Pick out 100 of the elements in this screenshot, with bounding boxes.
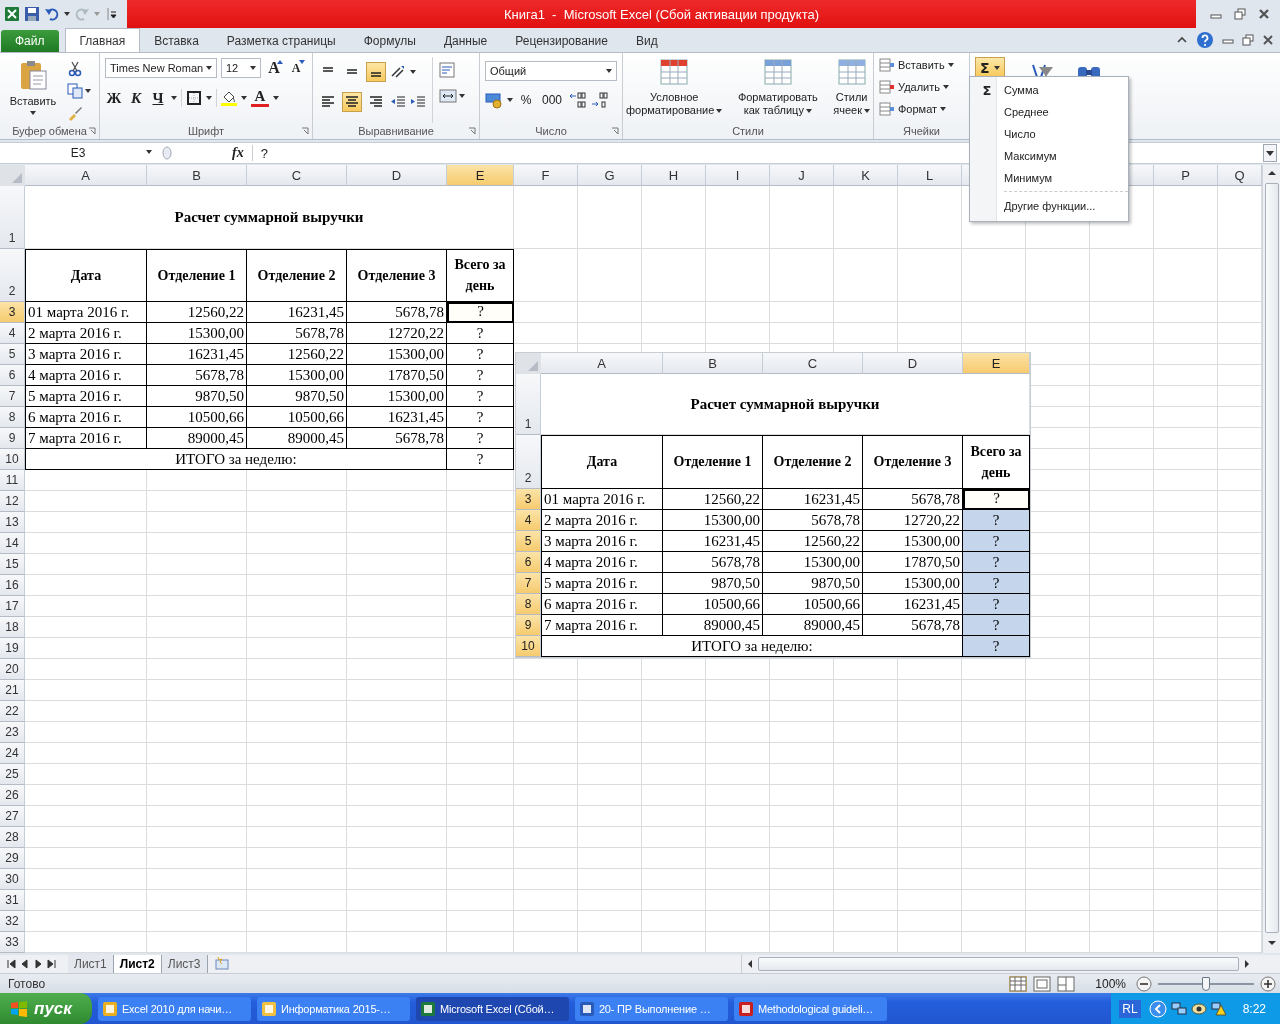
row-header[interactable]: 14 xyxy=(0,533,25,554)
network-icon[interactable] xyxy=(1170,1000,1187,1017)
sheet-tab[interactable]: Лист2 xyxy=(113,955,162,973)
styles-button[interactable]: Форматировать как таблицу xyxy=(736,57,819,123)
row-header[interactable]: 8 xyxy=(0,407,25,428)
menu-item[interactable]: Число xyxy=(970,123,1128,145)
row-header[interactable]: 28 xyxy=(0,827,25,848)
row-header[interactable]: 26 xyxy=(0,785,25,806)
normal-view-icon[interactable] xyxy=(1009,975,1028,992)
paste-button[interactable]: Вставить xyxy=(5,57,61,123)
row-header[interactable]: 22 xyxy=(0,701,25,722)
row-header[interactable]: 1 xyxy=(516,374,541,435)
styles-button[interactable]: Условное форматирование xyxy=(625,57,724,123)
caret-icon[interactable] xyxy=(410,70,416,74)
row-header[interactable]: 21 xyxy=(0,680,25,701)
thousands-separator-button[interactable]: 000 xyxy=(539,90,566,110)
percent-button[interactable]: % xyxy=(517,90,535,110)
ribbon-tab[interactable]: Главная xyxy=(64,28,141,52)
zoom-out-icon[interactable] xyxy=(1136,975,1152,992)
row-header[interactable]: 12 xyxy=(0,491,25,512)
name-box[interactable]: E3 xyxy=(0,143,156,163)
ribbon-tab[interactable]: Вставка xyxy=(140,30,213,52)
increase-indent-icon[interactable] xyxy=(410,94,426,110)
close-icon[interactable] xyxy=(1262,34,1274,46)
row-header[interactable]: 2 xyxy=(0,249,25,302)
column-header[interactable]: I xyxy=(706,165,770,186)
row-header[interactable]: 9 xyxy=(0,428,25,449)
column-header[interactable]: Q xyxy=(1218,165,1262,186)
scissors-icon[interactable] xyxy=(67,61,83,77)
decrease-indent-icon[interactable] xyxy=(390,94,406,110)
menu-item[interactable]: Другие функции... xyxy=(970,195,1128,217)
column-header[interactable]: E xyxy=(963,353,1030,374)
row-header[interactable]: 30 xyxy=(0,869,25,890)
row-header[interactable]: 13 xyxy=(0,512,25,533)
zoom-in-icon[interactable] xyxy=(1260,975,1276,992)
scroll-thumb[interactable] xyxy=(1264,183,1279,933)
grow-font-button[interactable]: A xyxy=(265,58,283,78)
column-header[interactable]: E xyxy=(447,165,514,186)
dialog-launcher-icon[interactable] xyxy=(301,127,309,135)
taskbar-button[interactable]: Methodological guideli… xyxy=(733,996,887,1021)
column-header[interactable]: P xyxy=(1154,165,1218,186)
row-header[interactable]: 10 xyxy=(516,636,541,657)
row-header[interactable]: 32 xyxy=(0,911,25,932)
menu-item[interactable]: Среднее xyxy=(970,101,1128,123)
autosum-button[interactable]: Σ xyxy=(975,57,1005,78)
font-size-field[interactable]: 12 xyxy=(221,58,261,78)
restore-button[interactable] xyxy=(1234,8,1246,20)
italic-button[interactable]: К xyxy=(127,88,145,108)
row-header[interactable]: 15 xyxy=(0,554,25,575)
menu-item[interactable]: Минимум xyxy=(970,167,1128,189)
row-header[interactable]: 5 xyxy=(0,344,25,365)
spreadsheet-logo-icon[interactable] xyxy=(4,6,20,22)
caret-icon[interactable] xyxy=(85,89,91,93)
column-header[interactable]: C xyxy=(763,353,863,374)
column-header[interactable]: L xyxy=(898,165,962,186)
taskbar-button[interactable]: Информатика 2015-… xyxy=(256,996,410,1021)
customize-toolbar-icon[interactable] xyxy=(104,6,120,22)
paint-bucket-icon[interactable] xyxy=(221,90,237,106)
column-header[interactable]: J xyxy=(770,165,834,186)
ribbon-tab[interactable]: Формулы xyxy=(349,30,430,52)
dialog-launcher-icon[interactable] xyxy=(468,127,476,135)
column-header[interactable]: D xyxy=(347,165,447,186)
page-break-icon[interactable] xyxy=(1057,975,1076,992)
font-color-button[interactable]: A xyxy=(251,89,269,107)
dialog-launcher-icon[interactable] xyxy=(611,127,619,135)
ribbon-tab[interactable]: Данные xyxy=(429,30,502,52)
caret-icon[interactable] xyxy=(206,96,212,100)
column-header[interactable]: K xyxy=(834,165,898,186)
row-header[interactable]: 6 xyxy=(516,552,541,573)
resize-handle-icon[interactable] xyxy=(160,144,174,162)
ribbon-tab[interactable]: Рецензирование xyxy=(501,30,622,52)
row-header[interactable]: 3 xyxy=(0,302,25,323)
horizontal-align-icon[interactable] xyxy=(342,92,362,112)
dialog-launcher-icon[interactable] xyxy=(88,127,96,135)
font-name-field[interactable]: Times New Roman xyxy=(105,58,217,78)
row-header[interactable]: 6 xyxy=(0,365,25,386)
column-header[interactable]: H xyxy=(642,165,706,186)
close-button[interactable] xyxy=(1258,8,1270,20)
merge-cells-icon[interactable] xyxy=(439,87,457,105)
row-header[interactable]: 2 xyxy=(516,435,541,489)
restore-icon[interactable] xyxy=(1242,34,1254,46)
column-header[interactable]: B xyxy=(663,353,763,374)
zoom-slider-thumb[interactable] xyxy=(1202,976,1210,991)
zoom-level[interactable]: 100% xyxy=(1095,976,1126,991)
row-header[interactable]: 23 xyxy=(0,722,25,743)
ribbon-tab[interactable]: Разметка страницы xyxy=(212,30,350,52)
undo-icon[interactable] xyxy=(44,6,60,22)
taskbar-button[interactable]: Excel 2010 для начи… xyxy=(97,996,251,1021)
money-icon[interactable] xyxy=(485,91,503,109)
row-header[interactable]: 31 xyxy=(0,890,25,911)
insert-function-button[interactable]: fx xyxy=(178,145,253,161)
row-header[interactable]: 5 xyxy=(516,531,541,552)
language-indicator[interactable]: RL xyxy=(1119,999,1141,1018)
caret-icon[interactable] xyxy=(171,96,177,100)
row-header[interactable]: 4 xyxy=(0,323,25,344)
cells-button[interactable]: Вставить xyxy=(879,56,964,74)
row-header[interactable]: 10 xyxy=(0,449,25,470)
column-header[interactable]: B xyxy=(147,165,247,186)
row-header[interactable]: 7 xyxy=(0,386,25,407)
scroll-thumb[interactable] xyxy=(757,957,1239,971)
